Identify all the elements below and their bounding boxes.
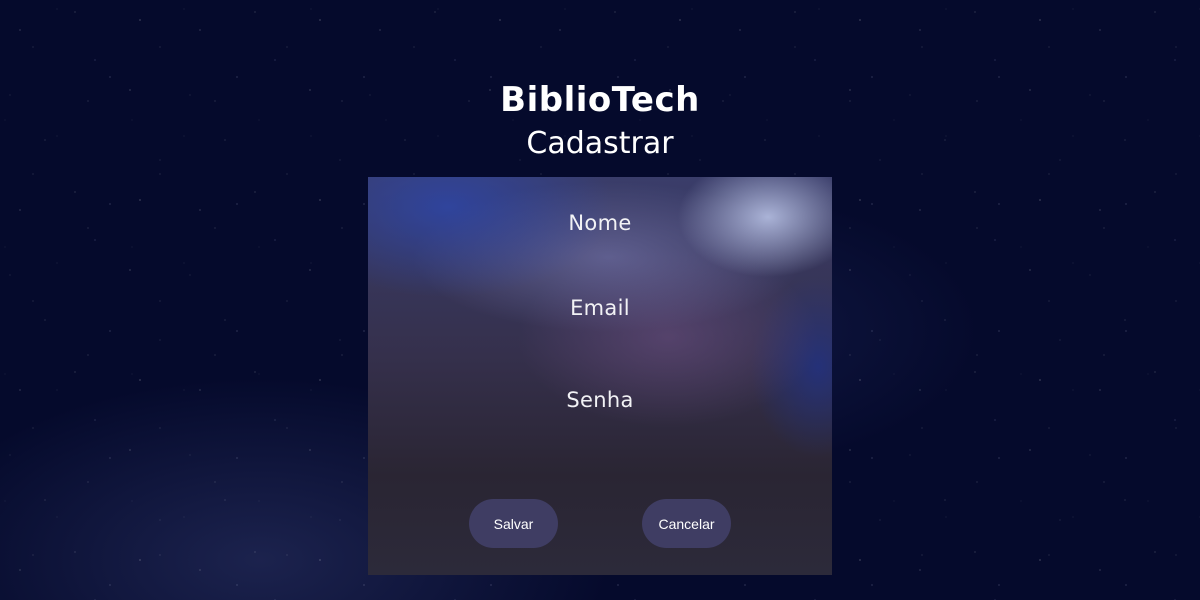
email-field[interactable]: Email [368,296,832,320]
cancel-button[interactable]: Cancelar [642,499,731,548]
name-field[interactable]: Nome [368,211,832,235]
page-subtitle: Cadastrar [526,126,674,161]
app-title: BiblioTech [500,80,700,120]
save-button[interactable]: Salvar [469,499,558,548]
page-header: BiblioTech Cadastrar [0,76,1200,164]
register-form: Nome Email Senha Salvar Cancelar [368,177,832,575]
password-field[interactable]: Senha [368,388,832,412]
